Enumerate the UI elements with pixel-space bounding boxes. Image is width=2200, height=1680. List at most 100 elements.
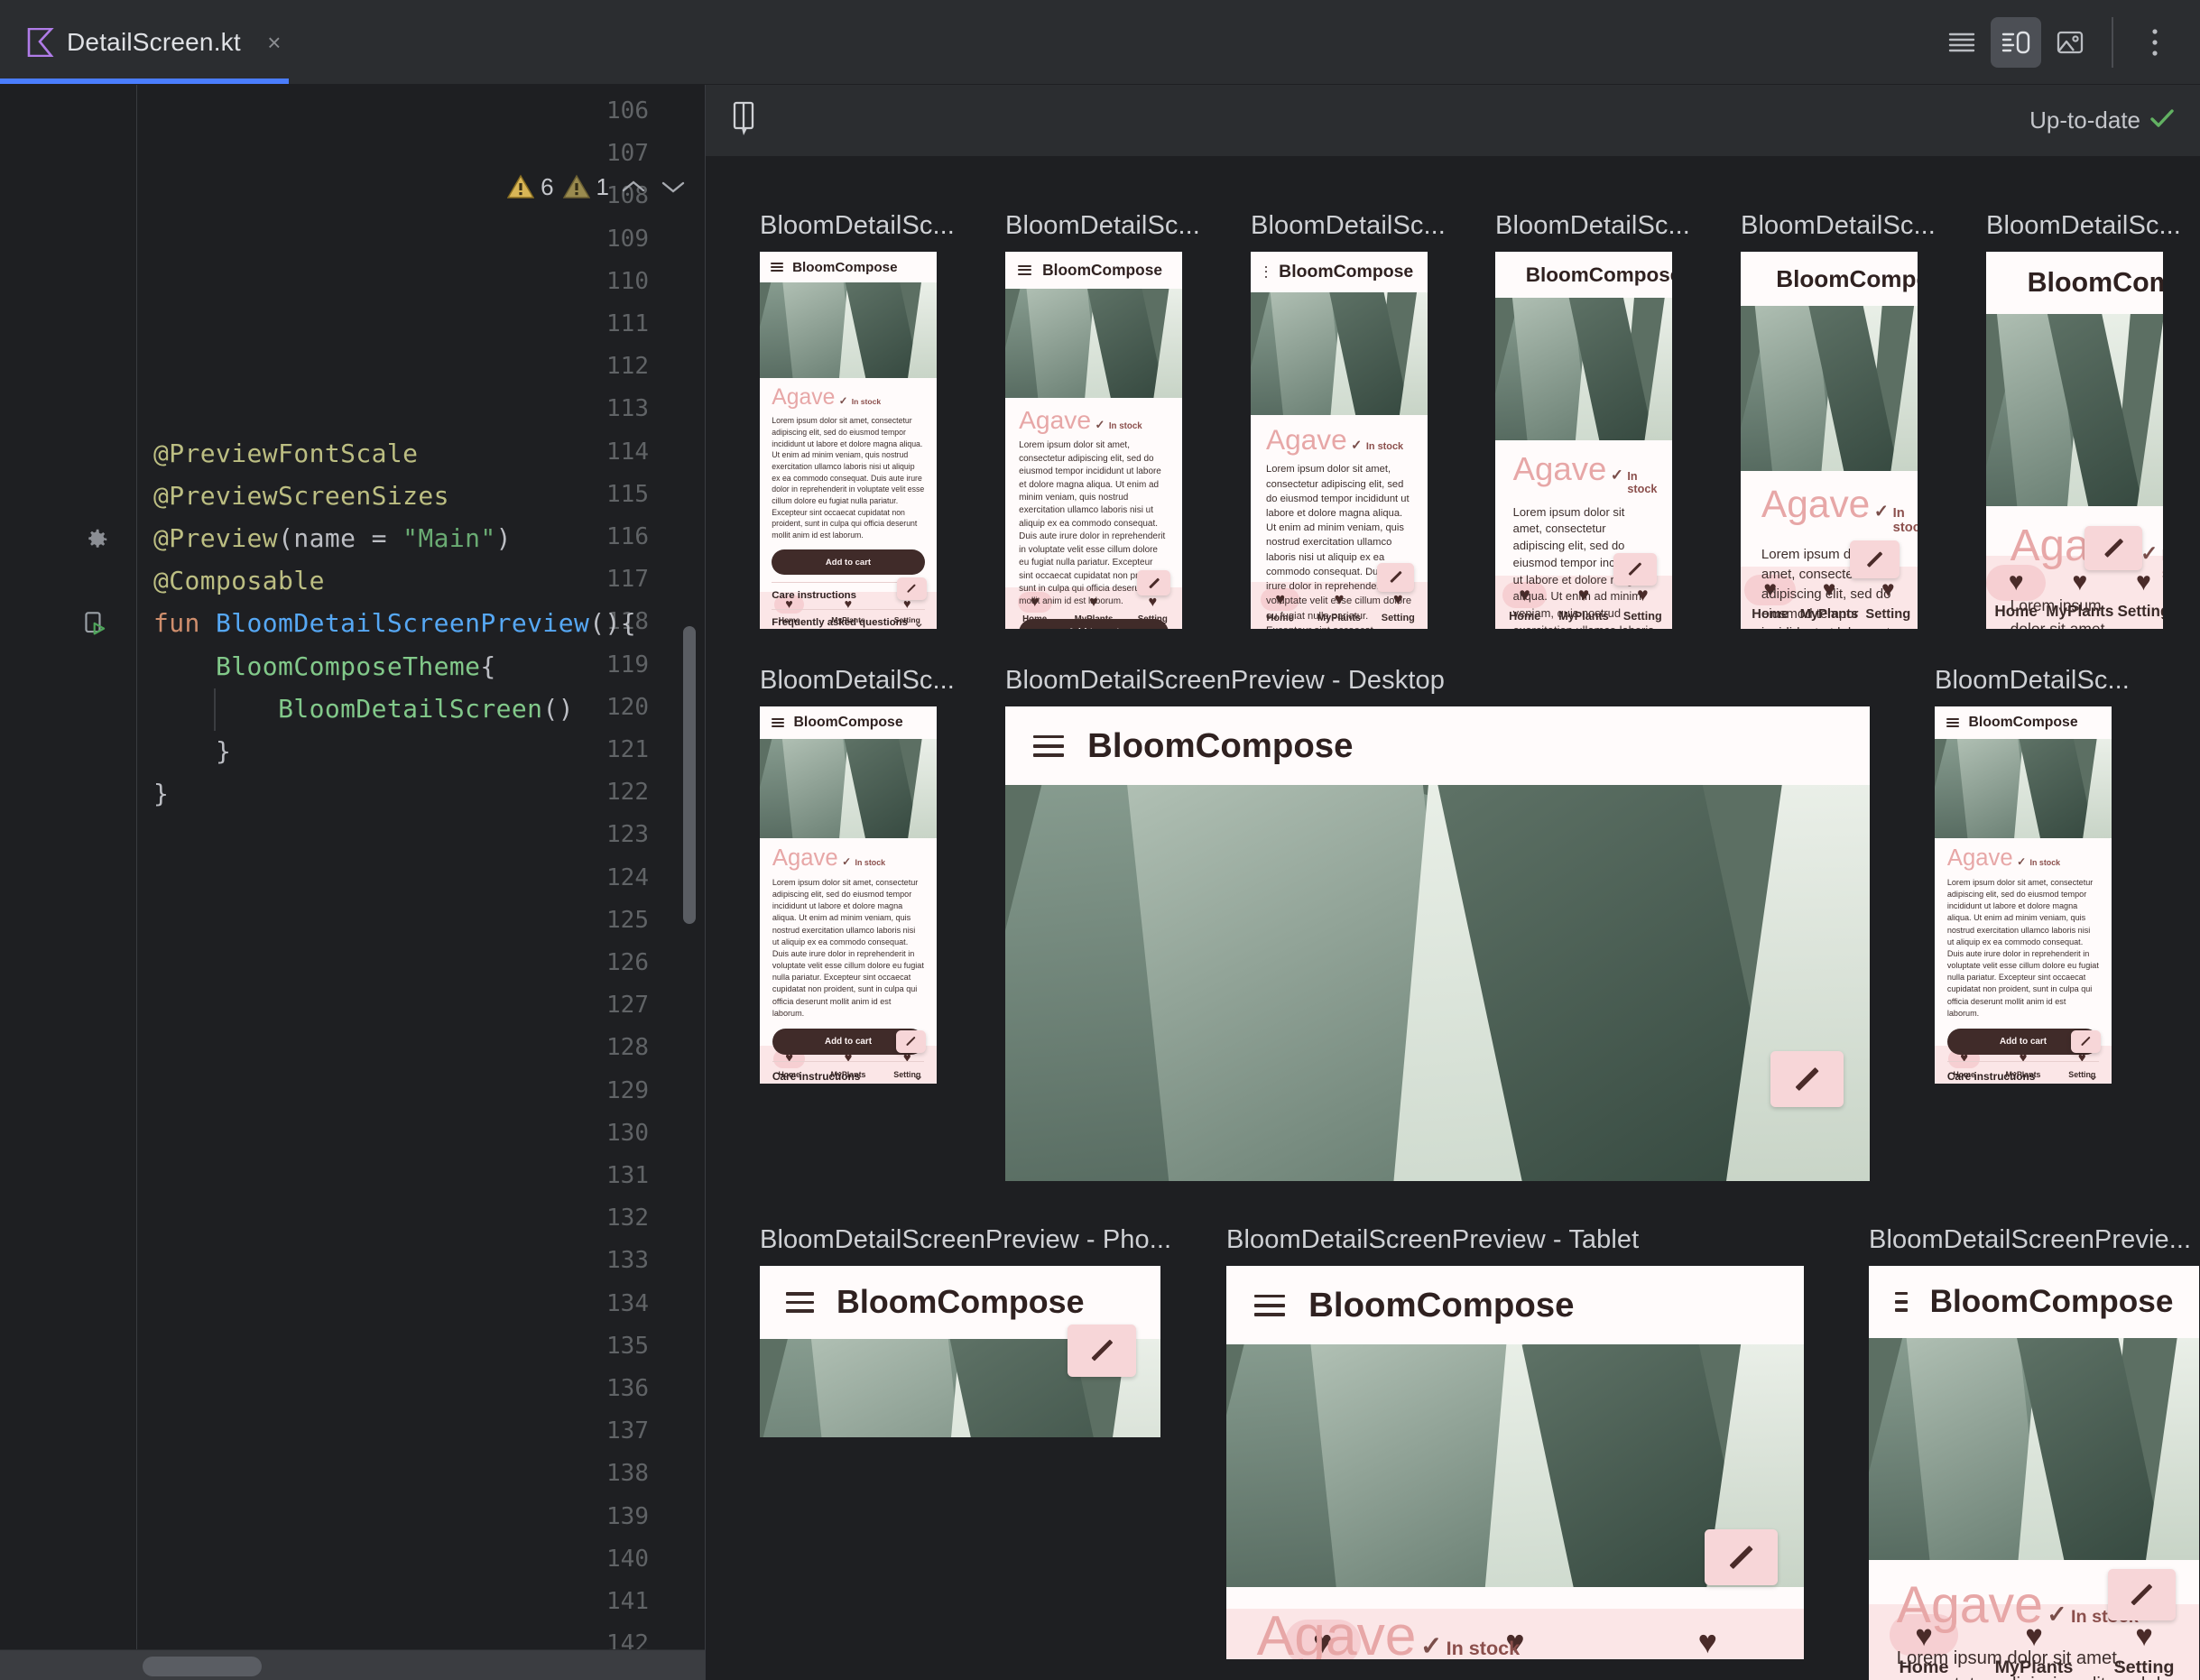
hamburger-menu-icon[interactable]: [1033, 734, 1064, 757]
code-line[interactable]: @PreviewFontScale: [153, 438, 418, 468]
editor-vertical-scrollbar[interactable]: [683, 626, 696, 924]
bloom-detail-screen: BloomCompose Agave ✓ In stock Lorem ipsu…: [1869, 1266, 2199, 1680]
edit-fab-button[interactable]: [2070, 1029, 2102, 1054]
code-text-area[interactable]: @PreviewFontScale @PreviewScreenSizes @Pre…: [137, 85, 705, 1649]
code-line[interactable]: }: [153, 779, 169, 808]
edit-fab-button[interactable]: [1770, 1051, 1844, 1108]
hamburger-menu-icon[interactable]: [1254, 1294, 1285, 1316]
indent-guide: [214, 688, 217, 731]
preview-device-frame[interactable]: BloomCompose Agave ✓ In stock Lorem ipsu…: [1935, 706, 2112, 1084]
next-problem-icon[interactable]: [658, 171, 689, 202]
ide-window: DetailScreen.kt × 106 107 108 109 110 11…: [0, 0, 2200, 1680]
accordion-frequently asked questions[interactable]: Frequently asked questions ⌄: [772, 608, 925, 629]
preview-device-frame[interactable]: BloomCompose Agave ✓ In stock Lorem ipsu…: [1986, 252, 2163, 629]
editor-horizontal-scrollbar[interactable]: [0, 1649, 705, 1680]
app-brand: BloomCompose: [837, 1284, 1085, 1321]
edit-fab-button[interactable]: [1704, 1529, 1779, 1586]
preview-card[interactable]: BloomDetailSc... BloomCompose Agave ✓ In…: [1935, 666, 2130, 1084]
preview-layout-icon[interactable]: [731, 100, 762, 141]
code-line[interactable]: BloomDetailScreen(): [153, 694, 574, 724]
bloom-detail-screen: BloomCompose Agave ✓ In stock Lorem ipsu…: [1226, 1266, 1804, 1659]
code-line[interactable]: @PreviewScreenSizes: [153, 481, 449, 511]
preview-card[interactable]: BloomDetailScreenPreview - Tablet BloomC…: [1226, 1225, 1804, 1659]
preview-card[interactable]: BloomDetailSc... BloomCompose Agave ✓ In…: [1005, 211, 1200, 629]
code-token: @PreviewScreenSizes: [153, 480, 449, 511]
code-line[interactable]: fun BloomDetailScreenPreview(){: [153, 608, 636, 638]
preview-card[interactable]: BloomDetailSc... BloomCompose Agave ✓ In…: [760, 211, 955, 629]
app-top-bar: BloomCompose: [1986, 252, 2163, 315]
preview-card-label: BloomDetailScreenPrevie...: [1869, 1225, 2192, 1254]
more-options-icon[interactable]: [2130, 17, 2180, 68]
app-brand: BloomCompose: [793, 714, 903, 730]
preview-device-frame[interactable]: BloomCompose Agave ✓ In stock Lorem ipsu…: [760, 252, 937, 629]
edit-fab-button[interactable]: [2084, 526, 2143, 571]
plant-title-row: Agave ✓ In stock: [1266, 426, 1412, 455]
plant-name: Agave: [772, 845, 838, 872]
run-preview-icon[interactable]: [83, 611, 112, 640]
previous-problem-icon[interactable]: [618, 171, 649, 202]
hamburger-menu-icon[interactable]: [786, 1292, 815, 1313]
hamburger-menu-icon[interactable]: [1946, 717, 1959, 727]
weak-warning-indicator[interactable]: 1: [562, 173, 609, 201]
edit-fab-button[interactable]: [2107, 1569, 2176, 1621]
split-view-icon[interactable]: [1991, 16, 2041, 68]
preview-device-frame[interactable]: BloomCompose Agave ✓ In stock Lorem ipsu…: [1251, 252, 1428, 629]
code-editor-surface[interactable]: 106 107 108 109 110 111 112 113 114 115 116 117 118 1…: [0, 85, 705, 1649]
app-top-bar: BloomCompose: [1226, 1266, 1804, 1345]
add-to-cart-button[interactable]: Add to cart: [772, 549, 925, 576]
edit-fab-button[interactable]: [1068, 1324, 1137, 1377]
preview-device-frame[interactable]: BloomCompose Agave ✓ In stock Lorem ipsu…: [1226, 1266, 1804, 1659]
preview-card[interactable]: BloomDetailSc... BloomCompose Agave ✓ In…: [1986, 211, 2181, 629]
editor-tab-detailscreen[interactable]: DetailScreen.kt ×: [0, 0, 310, 85]
preview-device-frame[interactable]: BloomCompose Agave ✓ In stock Lorem ipsu…: [760, 706, 937, 1084]
edit-fab-button[interactable]: [1849, 540, 1900, 579]
hamburger-menu-icon[interactable]: [1894, 1291, 1909, 1312]
hamburger-menu-icon[interactable]: [1264, 266, 1267, 278]
edit-fab-button[interactable]: [897, 577, 927, 600]
preview-card[interactable]: BloomDetailScreenPreview - Pho... BloomC…: [760, 1225, 1171, 1437]
preview-device-frame[interactable]: BloomCompose Agave ✓ In stock Lorem ipsu…: [1495, 252, 1672, 629]
bloom-detail-screen: BloomCompose Agave ✓ In stock Lorem ipsu…: [1741, 252, 1918, 629]
preview-card[interactable]: BloomDetailScreenPreview - Desktop Bloom…: [1005, 666, 1870, 1181]
code-line[interactable]: @Preview(name = "Main"): [153, 523, 512, 553]
preview-card[interactable]: BloomDetailSc... BloomCompose Agave ✓ In…: [760, 666, 955, 1084]
code-line[interactable]: @Composable: [153, 566, 325, 595]
preview-device-frame[interactable]: BloomCompose Agave ✓ In stock Lorem ipsu…: [1005, 252, 1182, 629]
in-stock-check-icon: ✓: [2140, 540, 2158, 565]
edit-fab-button[interactable]: [1613, 552, 1658, 586]
add-to-cart-button[interactable]: Add to cart: [1019, 618, 1169, 629]
preview-card[interactable]: BloomDetailSc... BloomCompose Agave ✓ In…: [1741, 211, 1936, 629]
edit-fab-button[interactable]: [1377, 563, 1415, 592]
gear-icon[interactable]: [83, 526, 112, 555]
app-top-bar: BloomCompose: [1935, 706, 2112, 739]
hamburger-menu-icon[interactable]: [771, 263, 783, 272]
code-line[interactable]: }: [153, 736, 231, 766]
preview-device-frame[interactable]: BloomCompose Agave ✓ In stock Lorem ipsu…: [1005, 706, 1870, 1181]
preview-card[interactable]: BloomDetailSc... BloomCompose Agave ✓ In…: [1495, 211, 1690, 629]
close-icon[interactable]: ×: [263, 31, 286, 54]
accordion-care instructions[interactable]: Care instructions ⌄: [772, 1061, 925, 1084]
edit-fab-button[interactable]: [1137, 570, 1170, 596]
preview-card-label: BloomDetailScreenPreview - Desktop: [1005, 666, 1445, 695]
edit-fab-button[interactable]: [895, 1029, 927, 1054]
preview-card[interactable]: BloomDetailScreenPrevie... BloomCompose …: [1869, 1225, 2199, 1680]
warning-indicator[interactable]: 6: [507, 173, 554, 201]
scrollbar-thumb[interactable]: [143, 1657, 262, 1676]
preview-device-frame[interactable]: BloomCompose Agave ✓ In stock ♥: [760, 1266, 1160, 1437]
list-view-icon[interactable]: [1937, 17, 1987, 68]
preview-device-frame[interactable]: BloomCompose Agave ✓ In stock Lorem ipsu…: [1741, 252, 1918, 629]
preview-card-label: BloomDetailSc...: [760, 211, 955, 240]
code-token: @Preview: [153, 523, 279, 553]
app-top-bar: BloomCompose: [1251, 252, 1428, 292]
code-line[interactable]: BloomComposeTheme{: [153, 651, 496, 681]
accordion-list: Care instructions ⌄ Frequently asked que…: [772, 1061, 925, 1084]
hamburger-menu-icon[interactable]: [1018, 264, 1032, 275]
bloom-detail-screen: BloomCompose Agave ✓ In stock Lorem ipsu…: [1251, 252, 1428, 629]
accordion-care instructions[interactable]: Care instructions ⌄: [1946, 1061, 2100, 1084]
preview-card[interactable]: BloomDetailSc... BloomCompose Agave ✓ In…: [1251, 211, 1446, 629]
stock-label: In stock: [2029, 858, 2061, 868]
preview-device-frame[interactable]: BloomCompose Agave ✓ In stock Lorem ipsu…: [1869, 1266, 2199, 1680]
image-view-icon[interactable]: [2045, 17, 2095, 68]
hamburger-menu-icon[interactable]: [771, 717, 784, 727]
preview-canvas[interactable]: BloomDetailSc... BloomCompose Agave ✓ In…: [706, 157, 2200, 1680]
